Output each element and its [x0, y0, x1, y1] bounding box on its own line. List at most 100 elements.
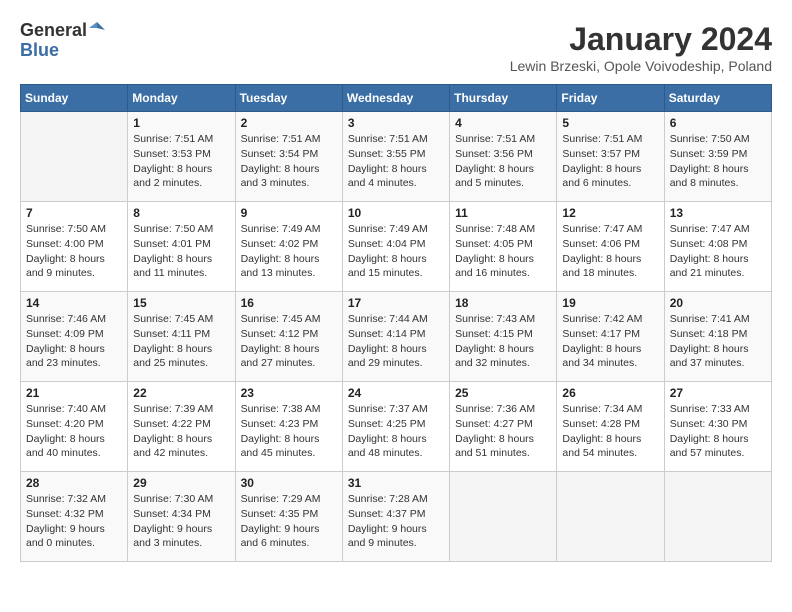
- day-info: Sunrise: 7:51 AM Sunset: 3:53 PM Dayligh…: [133, 132, 229, 191]
- day-number: 29: [133, 476, 229, 490]
- day-info: Sunrise: 7:51 AM Sunset: 3:57 PM Dayligh…: [562, 132, 658, 191]
- day-number: 16: [241, 296, 337, 310]
- calendar-cell: [557, 472, 664, 562]
- logo: General Blue: [20, 20, 105, 61]
- day-number: 20: [670, 296, 766, 310]
- day-info: Sunrise: 7:51 AM Sunset: 3:56 PM Dayligh…: [455, 132, 551, 191]
- calendar-cell: 16 Sunrise: 7:45 AM Sunset: 4:12 PM Dayli…: [235, 292, 342, 382]
- calendar-cell: [664, 472, 771, 562]
- day-info: Sunrise: 7:50 AM Sunset: 3:59 PM Dayligh…: [670, 132, 766, 191]
- day-number: 5: [562, 116, 658, 130]
- calendar-cell: 11Sunrise: 7:48 AM Sunset: 4:05 PM Dayli…: [450, 202, 557, 292]
- calendar-cell: 21 Sunrise: 7:40 AM Sunset: 4:20 PM Dayli…: [21, 382, 128, 472]
- day-info: Sunrise: 7:42 AM Sunset: 4:17 PM Dayligh…: [562, 312, 658, 371]
- calendar-cell: 6 Sunrise: 7:50 AM Sunset: 3:59 PM Daylig…: [664, 112, 771, 202]
- day-info: Sunrise: 7:45 AM Sunset: 4:12 PM Dayligh…: [241, 312, 337, 371]
- day-number: 8: [133, 206, 229, 220]
- calendar-cell: 22 Sunrise: 7:39 AM Sunset: 4:22 PM Dayli…: [128, 382, 235, 472]
- calendar-cell: 15Sunrise: 7:45 AM Sunset: 4:11 PM Dayli…: [128, 292, 235, 382]
- calendar-cell: [21, 112, 128, 202]
- day-info: Sunrise: 7:36 AM Sunset: 4:27 PM Dayligh…: [455, 402, 551, 461]
- day-info: Sunrise: 7:33 AM Sunset: 4:30 PM Dayligh…: [670, 402, 766, 461]
- day-number: 31: [348, 476, 444, 490]
- logo-blue-text: Blue: [20, 40, 59, 60]
- day-number: 13: [670, 206, 766, 220]
- calendar-table: SundayMondayTuesdayWednesdayThursdayFrid…: [20, 84, 772, 562]
- day-number: 23: [241, 386, 337, 400]
- day-info: Sunrise: 7:30 AM Sunset: 4:34 PM Dayligh…: [133, 492, 229, 551]
- day-info: Sunrise: 7:50 AM Sunset: 4:01 PM Dayligh…: [133, 222, 229, 281]
- calendar-cell: 18 Sunrise: 7:43 AM Sunset: 4:15 PM Dayli…: [450, 292, 557, 382]
- day-number: 19: [562, 296, 658, 310]
- day-header-monday: Monday: [128, 85, 235, 112]
- day-info: Sunrise: 7:43 AM Sunset: 4:15 PM Dayligh…: [455, 312, 551, 371]
- day-header-friday: Friday: [557, 85, 664, 112]
- day-number: 25: [455, 386, 551, 400]
- day-info: Sunrise: 7:50 AM Sunset: 4:00 PM Dayligh…: [26, 222, 122, 281]
- calendar-cell: 28 Sunrise: 7:32 AM Sunset: 4:32 PM Dayli…: [21, 472, 128, 562]
- day-info: Sunrise: 7:40 AM Sunset: 4:20 PM Dayligh…: [26, 402, 122, 461]
- calendar-cell: 17Sunrise: 7:44 AM Sunset: 4:14 PM Dayli…: [342, 292, 449, 382]
- calendar-cell: 20 Sunrise: 7:41 AM Sunset: 4:18 PM Dayli…: [664, 292, 771, 382]
- day-number: 10: [348, 206, 444, 220]
- calendar-cell: 10 Sunrise: 7:49 AM Sunset: 4:04 PM Dayli…: [342, 202, 449, 292]
- day-info: Sunrise: 7:47 AM Sunset: 4:08 PM Dayligh…: [670, 222, 766, 281]
- title-area: January 2024 Lewin Brzeski, Opole Voivod…: [510, 20, 772, 74]
- day-info: Sunrise: 7:49 AM Sunset: 4:04 PM Dayligh…: [348, 222, 444, 281]
- header: General Blue January 2024 Lewin Brzeski,…: [20, 20, 772, 74]
- logo-general-text: General: [20, 21, 87, 41]
- calendar-cell: 4 Sunrise: 7:51 AM Sunset: 3:56 PM Daylig…: [450, 112, 557, 202]
- day-info: Sunrise: 7:29 AM Sunset: 4:35 PM Dayligh…: [241, 492, 337, 551]
- calendar-cell: 24Sunrise: 7:37 AM Sunset: 4:25 PM Dayli…: [342, 382, 449, 472]
- day-number: 24: [348, 386, 444, 400]
- calendar-cell: 3Sunrise: 7:51 AM Sunset: 3:55 PM Daylig…: [342, 112, 449, 202]
- day-number: 22: [133, 386, 229, 400]
- day-header-wednesday: Wednesday: [342, 85, 449, 112]
- day-number: 6: [670, 116, 766, 130]
- calendar-cell: [450, 472, 557, 562]
- day-info: Sunrise: 7:45 AM Sunset: 4:11 PM Dayligh…: [133, 312, 229, 371]
- day-info: Sunrise: 7:44 AM Sunset: 4:14 PM Dayligh…: [348, 312, 444, 371]
- day-number: 21: [26, 386, 122, 400]
- calendar-cell: 1Sunrise: 7:51 AM Sunset: 3:53 PM Daylig…: [128, 112, 235, 202]
- calendar-cell: 30Sunrise: 7:29 AM Sunset: 4:35 PM Dayli…: [235, 472, 342, 562]
- day-header-saturday: Saturday: [664, 85, 771, 112]
- calendar-subtitle: Lewin Brzeski, Opole Voivodeship, Poland: [510, 58, 772, 74]
- day-header-tuesday: Tuesday: [235, 85, 342, 112]
- day-number: 26: [562, 386, 658, 400]
- day-number: 11: [455, 206, 551, 220]
- calendar-cell: 2 Sunrise: 7:51 AM Sunset: 3:54 PM Daylig…: [235, 112, 342, 202]
- calendar-cell: 7 Sunrise: 7:50 AM Sunset: 4:00 PM Daylig…: [21, 202, 128, 292]
- day-info: Sunrise: 7:34 AM Sunset: 4:28 PM Dayligh…: [562, 402, 658, 461]
- day-info: Sunrise: 7:51 AM Sunset: 3:55 PM Dayligh…: [348, 132, 444, 191]
- day-header-sunday: Sunday: [21, 85, 128, 112]
- day-number: 12: [562, 206, 658, 220]
- calendar-cell: 19 Sunrise: 7:42 AM Sunset: 4:17 PM Dayli…: [557, 292, 664, 382]
- day-header-thursday: Thursday: [450, 85, 557, 112]
- day-number: 18: [455, 296, 551, 310]
- day-info: Sunrise: 7:28 AM Sunset: 4:37 PM Dayligh…: [348, 492, 444, 551]
- day-number: 28: [26, 476, 122, 490]
- day-info: Sunrise: 7:38 AM Sunset: 4:23 PM Dayligh…: [241, 402, 337, 461]
- day-info: Sunrise: 7:49 AM Sunset: 4:02 PM Dayligh…: [241, 222, 337, 281]
- day-number: 7: [26, 206, 122, 220]
- calendar-cell: 25 Sunrise: 7:36 AM Sunset: 4:27 PM Dayli…: [450, 382, 557, 472]
- day-info: Sunrise: 7:46 AM Sunset: 4:09 PM Dayligh…: [26, 312, 122, 371]
- day-number: 4: [455, 116, 551, 130]
- calendar-cell: 8 Sunrise: 7:50 AM Sunset: 4:01 PM Daylig…: [128, 202, 235, 292]
- calendar-cell: 29 Sunrise: 7:30 AM Sunset: 4:34 PM Dayli…: [128, 472, 235, 562]
- calendar-cell: 13 Sunrise: 7:47 AM Sunset: 4:08 PM Dayli…: [664, 202, 771, 292]
- day-number: 9: [241, 206, 337, 220]
- day-number: 2: [241, 116, 337, 130]
- day-info: Sunrise: 7:47 AM Sunset: 4:06 PM Dayligh…: [562, 222, 658, 281]
- day-info: Sunrise: 7:51 AM Sunset: 3:54 PM Dayligh…: [241, 132, 337, 191]
- day-info: Sunrise: 7:39 AM Sunset: 4:22 PM Dayligh…: [133, 402, 229, 461]
- day-number: 14: [26, 296, 122, 310]
- calendar-cell: 14 Sunrise: 7:46 AM Sunset: 4:09 PM Dayli…: [21, 292, 128, 382]
- day-info: Sunrise: 7:41 AM Sunset: 4:18 PM Dayligh…: [670, 312, 766, 371]
- day-number: 27: [670, 386, 766, 400]
- calendar-cell: 27 Sunrise: 7:33 AM Sunset: 4:30 PM Dayli…: [664, 382, 771, 472]
- calendar-cell: 26 Sunrise: 7:34 AM Sunset: 4:28 PM Dayli…: [557, 382, 664, 472]
- day-info: Sunrise: 7:32 AM Sunset: 4:32 PM Dayligh…: [26, 492, 122, 551]
- calendar-cell: 9 Sunrise: 7:49 AM Sunset: 4:02 PM Daylig…: [235, 202, 342, 292]
